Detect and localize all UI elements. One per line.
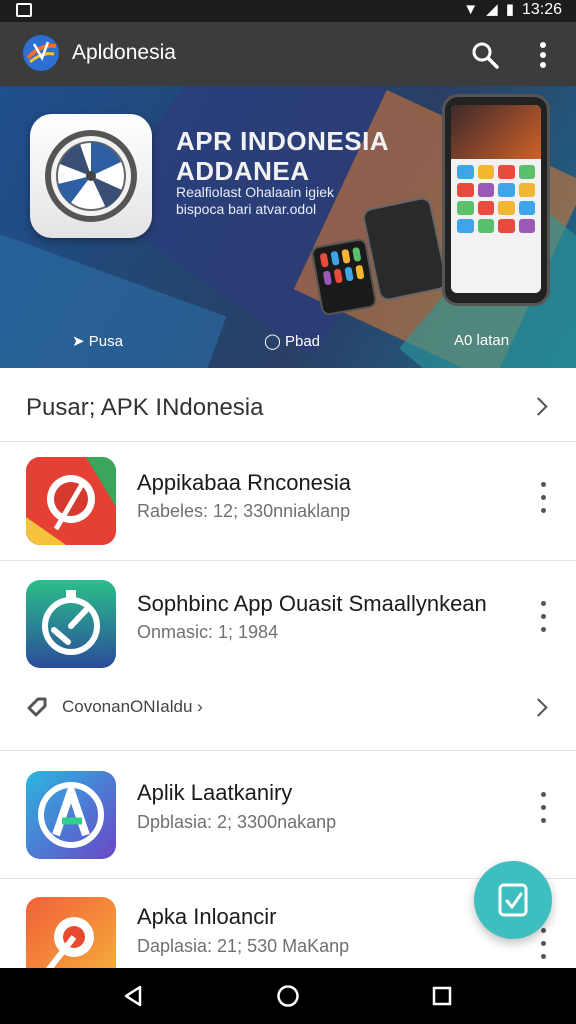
signal-icon: ◢ xyxy=(486,1,498,18)
tag-icon xyxy=(27,697,47,717)
item-title: Aplik Laatkaniry xyxy=(137,780,293,805)
back-icon[interactable] xyxy=(122,984,146,1008)
app-logo-icon xyxy=(23,35,59,71)
app-bar: Apldonesia xyxy=(0,22,576,86)
collection-link-label: CovonanONIaldu › xyxy=(62,697,203,716)
banner-subtitle-line2: bispoca bari atvar.odol xyxy=(176,201,317,217)
item-subtitle: Daplasia: 21; 530 MaKanp xyxy=(137,936,350,956)
banner-tab-1[interactable]: ➤ Pusa xyxy=(72,332,123,350)
list-item[interactable]: Appikabaa Rnconesia Rabeles: 12; 330nnia… xyxy=(0,442,576,560)
section-title: Pusar; APK INdonesia xyxy=(26,394,264,421)
notification-icon xyxy=(16,3,32,17)
app-icon-2 xyxy=(26,580,116,668)
banner-tab-1-label: Pusa xyxy=(88,333,123,350)
banner-tabs: ➤ Pusa ◯ Pbad A0 latan xyxy=(0,330,576,354)
banner-subtitle-line1: Realfiolast Ohalaain igiek xyxy=(176,184,334,200)
list-item[interactable]: Sophbinc App Ouasit Smaallynkean Onmasic… xyxy=(0,561,576,679)
wifi-icon: ▼ xyxy=(463,1,479,18)
download-icon xyxy=(498,883,528,917)
banner-tab-2-label: Pbad xyxy=(284,333,321,350)
chevron-right-icon[interactable] xyxy=(529,397,548,416)
item-more-icon[interactable] xyxy=(538,482,548,522)
status-time: 13:26 xyxy=(521,1,562,18)
chevron-right-icon[interactable] xyxy=(529,698,548,717)
battery-icon: ▮ xyxy=(505,1,514,18)
download-fab[interactable] xyxy=(474,861,552,939)
app-title: Apldonesia xyxy=(72,41,176,64)
phone-illustration-large xyxy=(442,94,550,306)
banner-subtitle: Realfiolast Ohalaain igiek bispoca bari … xyxy=(176,184,376,218)
banner-title-line2: ADDANEA xyxy=(176,156,310,186)
banner-title-line1: APR INDONESIA xyxy=(176,126,390,156)
home-icon[interactable] xyxy=(276,984,300,1008)
phone-illustration-small xyxy=(310,237,378,317)
item-title: Appikabaa Rnconesia xyxy=(137,470,352,495)
banner-tab-2[interactable]: ◯ Pbad xyxy=(264,332,320,350)
banner-title: APR INDONESIA ADDANEA xyxy=(176,126,389,186)
item-subtitle: Onmasic: 1; 1984 xyxy=(137,622,279,642)
divider xyxy=(0,750,576,751)
item-title: Apka Inloancir xyxy=(137,904,277,929)
featured-app-icon xyxy=(30,114,152,238)
item-more-icon[interactable] xyxy=(538,601,548,641)
collection-link-row[interactable]: CovonanONIaldu › xyxy=(0,680,576,734)
section-header[interactable]: Pusar; APK INdonesia xyxy=(0,368,576,442)
status-bar: ▼ ◢ ▮ 13:26 xyxy=(0,0,576,22)
collection-link-text: CovonanONIaldu xyxy=(62,697,193,716)
app-icon-3 xyxy=(26,771,116,859)
app-icon-4 xyxy=(26,897,116,968)
search-icon[interactable] xyxy=(470,40,500,70)
system-nav-bar xyxy=(0,968,576,1024)
more-vert-icon[interactable] xyxy=(532,40,554,70)
promo-banner[interactable]: APR INDONESIA ADDANEA Realfiolast Ohalaa… xyxy=(0,86,576,368)
banner-tab-3[interactable]: A0 latan xyxy=(454,332,509,349)
list-item[interactable]: Aplik Laatkaniry Dpblasia: 2; 3300nakanp xyxy=(0,752,576,870)
item-subtitle: Rabeles: 12; 330nniaklanp xyxy=(137,501,351,521)
app-icon-1 xyxy=(26,457,116,545)
item-more-icon[interactable] xyxy=(538,792,548,832)
item-title: Sophbinc App Ouasit Smaallynkean xyxy=(137,591,487,616)
item-subtitle: Dpblasia: 2; 3300nakanp xyxy=(137,812,337,832)
recents-icon[interactable] xyxy=(430,984,454,1008)
